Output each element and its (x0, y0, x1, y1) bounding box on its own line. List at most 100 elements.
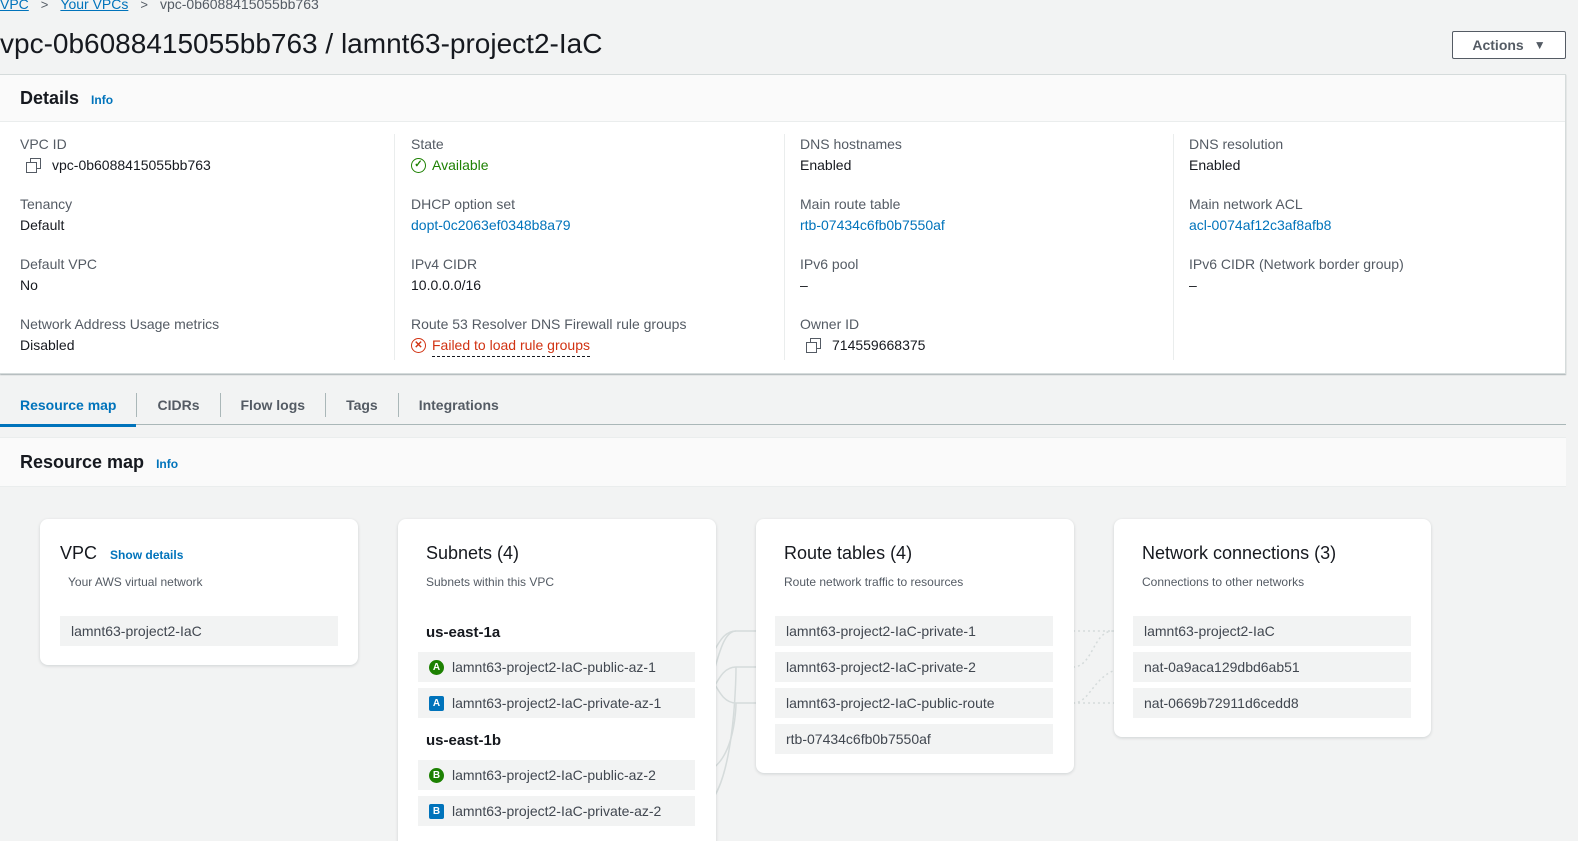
route53-label: Route 53 Resolver DNS Firewall rule grou… (411, 316, 687, 332)
vpc-card: VPC Show details Your AWS virtual networ… (40, 519, 358, 665)
check-circle-icon: ✓ (411, 157, 426, 173)
subnets-card-title: Subnets (4) (426, 543, 520, 563)
dns-resolution-label: DNS resolution (1189, 136, 1284, 152)
network-connection-item[interactable]: lamnt63-project2-IaC (1133, 616, 1411, 646)
vpc-id-value-row: vpc-0b6088415055bb763 (20, 154, 390, 176)
main-route-table-link[interactable]: rtb-07434c6fb0b7550af (800, 214, 1174, 236)
main-acl-field: Main network ACL acl-0074af12c3af8afb8 (1189, 194, 1563, 254)
breadcrumb-vpc[interactable]: VPC (0, 0, 29, 12)
subnet-label: lamnt63-project2-IaC-public-az-2 (452, 767, 656, 783)
actions-button[interactable]: Actions ▼ (1452, 31, 1566, 59)
tab-bar: Resource map CIDRs Flow logs Tags Integr… (0, 385, 1566, 427)
subnets-card: Subnets (4) Subnets within this VPC us-e… (398, 519, 716, 841)
az-label-us-east-1a: us-east-1a (426, 624, 501, 641)
details-info-link[interactable]: Info (91, 93, 113, 107)
vpc-id-label: VPC ID (20, 136, 67, 152)
route-tables-card-subtitle: Route network traffic to resources (784, 575, 964, 589)
default-vpc-value: No (20, 277, 38, 293)
subnet-private-badge-icon: B (429, 803, 444, 819)
route53-error-text[interactable]: Failed to load rule groups (432, 334, 590, 357)
network-connection-item[interactable]: nat-0a9aca129dbd6ab51 (1133, 652, 1411, 682)
tab-flow-logs[interactable]: Flow logs (219, 392, 326, 417)
vpc-card-title: VPC (60, 543, 98, 563)
subnets-card-subtitle: Subnets within this VPC (426, 575, 555, 589)
state-value: Available (432, 157, 489, 173)
page-title: vpc-0b6088415055bb763 / lamnt63-project2… (0, 28, 603, 59)
breadcrumb: VPC > Your VPCs > vpc-0b6088415055bb763 (0, 0, 319, 12)
owner-id-value-row: 714559668375 (800, 334, 1174, 356)
state-field: State ✓ Available (411, 134, 784, 194)
dns-resolution-field: DNS resolution Enabled (1189, 134, 1563, 194)
resource-map-panel: Resource map Info VPC Show details Your … (0, 437, 1566, 841)
ipv6-cidr-label: IPv6 CIDR (Network border group) (1189, 256, 1404, 272)
breadcrumb-your-vpcs[interactable]: Your VPCs (60, 0, 128, 12)
ipv6-pool-label: IPv6 pool (800, 256, 859, 272)
route-table-item[interactable]: lamnt63-project2-IaC-private-2 (775, 652, 1053, 682)
copy-icon[interactable] (806, 338, 821, 353)
ipv6-pool-field: IPv6 pool – (800, 254, 1174, 314)
subnet-public-badge-icon: B (429, 767, 444, 783)
details-grid: VPC ID vpc-0b6088415055bb763 Tenancy Def… (0, 122, 1565, 374)
main-acl-link[interactable]: acl-0074af12c3af8afb8 (1189, 214, 1563, 236)
main-acl-label: Main network ACL (1189, 196, 1303, 212)
state-value-row: ✓ Available (411, 154, 784, 176)
owner-id-value: 714559668375 (832, 337, 926, 353)
subnet-item[interactable]: B lamnt63-project2-IaC-public-az-2 (418, 760, 695, 790)
default-vpc-label: Default VPC (20, 256, 98, 272)
subnet-item[interactable]: B lamnt63-project2-IaC-private-az-2 (418, 796, 695, 826)
route-tables-card-title: Route tables (4) (784, 543, 913, 563)
subnet-label: lamnt63-project2-IaC-private-az-2 (452, 803, 662, 819)
route-table-item[interactable]: rtb-07434c6fb0b7550af (775, 724, 1053, 754)
ipv4-cidr-label: IPv4 CIDR (411, 256, 478, 272)
dhcp-field: DHCP option set dopt-0c2063ef0348b8a79 (411, 194, 784, 254)
nau-metrics-label: Network Address Usage metrics (20, 316, 220, 332)
tab-resource-map[interactable]: Resource map (0, 393, 137, 427)
subnet-item[interactable]: A lamnt63-project2-IaC-private-az-1 (418, 688, 695, 718)
subnet-label: lamnt63-project2-IaC-public-az-1 (452, 659, 656, 675)
owner-id-field: Owner ID 714559668375 (800, 314, 1174, 374)
subnet-item[interactable]: A lamnt63-project2-IaC-public-az-1 (418, 652, 695, 682)
ipv6-cidr-field: IPv6 CIDR (Network border group) – (1189, 254, 1563, 314)
tab-integrations[interactable]: Integrations (397, 392, 519, 417)
route-table-item[interactable]: lamnt63-project2-IaC-public-route (775, 688, 1053, 718)
ipv4-cidr-value: 10.0.0.0/16 (411, 277, 482, 293)
tab-cidrs[interactable]: CIDRs (136, 392, 219, 417)
network-connections-card: Network connections (3) Connections to o… (1114, 519, 1431, 737)
route53-field: Route 53 Resolver DNS Firewall rule grou… (411, 314, 784, 374)
owner-id-label: Owner ID (800, 316, 860, 332)
resource-map-header: Resource map Info (0, 438, 1566, 487)
copy-icon[interactable] (26, 158, 41, 173)
network-connection-item[interactable]: nat-0669b72911d6cedd8 (1133, 688, 1411, 718)
actions-label: Actions (1472, 37, 1524, 53)
chevron-right-icon: > (140, 0, 148, 12)
network-connections-card-title: Network connections (3) (1142, 543, 1337, 563)
dns-resolution-value: Enabled (1189, 157, 1241, 173)
vpc-card-subtitle: Your AWS virtual network (68, 575, 203, 589)
chevron-right-icon: > (40, 0, 49, 12)
dhcp-label: DHCP option set (411, 196, 516, 212)
vpc-id-value: vpc-0b6088415055bb763 (52, 157, 211, 173)
tenancy-label: Tenancy (20, 196, 73, 212)
resource-map-info-link[interactable]: Info (156, 457, 178, 471)
subnet-label: lamnt63-project2-IaC-private-az-1 (452, 695, 662, 711)
dhcp-link[interactable]: dopt-0c2063ef0348b8a79 (411, 214, 784, 236)
vpc-id-field: VPC ID vpc-0b6088415055bb763 (20, 134, 390, 194)
dns-hostnames-field: DNS hostnames Enabled (800, 134, 1174, 194)
resource-map-title: Resource map (20, 451, 145, 472)
default-vpc-field: Default VPC No (20, 254, 390, 314)
tab-tags[interactable]: Tags (325, 392, 398, 417)
tenancy-value: Default (20, 217, 65, 233)
show-details-link[interactable]: Show details (110, 548, 183, 562)
nau-metrics-field: Network Address Usage metrics Disabled (20, 314, 390, 374)
resource-map-body: VPC Show details Your AWS virtual networ… (0, 487, 1566, 841)
caret-down-icon: ▼ (1533, 38, 1546, 52)
dns-hostnames-label: DNS hostnames (800, 136, 902, 152)
tenancy-field: Tenancy Default (20, 194, 390, 254)
vpc-item[interactable]: lamnt63-project2-IaC (60, 616, 338, 646)
details-panel: Details Info VPC ID vpc-0b6088415055bb76… (0, 74, 1566, 374)
ipv6-cidr-value: – (1189, 277, 1197, 293)
route-table-item[interactable]: lamnt63-project2-IaC-private-1 (775, 616, 1053, 646)
main-route-table-label: Main route table (800, 196, 901, 212)
details-title: Details (20, 87, 80, 108)
ipv4-cidr-field: IPv4 CIDR 10.0.0.0/16 (411, 254, 784, 314)
